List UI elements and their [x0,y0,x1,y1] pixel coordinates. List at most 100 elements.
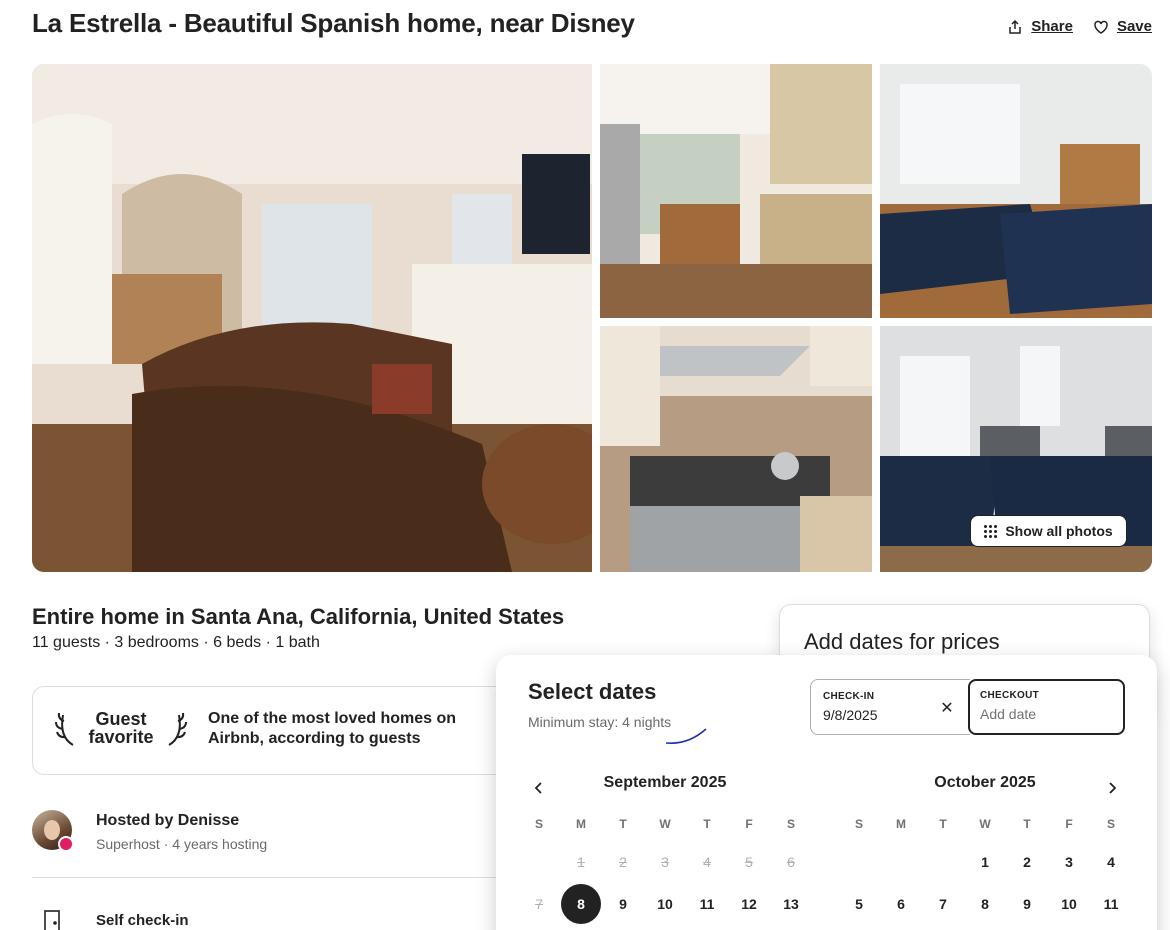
calendar-day[interactable]: 11 [686,883,728,925]
day-number: 11 [1103,896,1119,912]
calendar-day[interactable]: 13 [770,883,812,925]
checkin-label: CHECK-IN [823,691,875,702]
divider [32,877,502,878]
day-number: 6 [787,854,795,870]
weekday-label: S [854,817,863,831]
calendar-day[interactable]: 12 [728,883,770,925]
day-number: 9 [619,896,627,912]
clear-date-icon[interactable]: ✕ [937,698,957,718]
listing-title: La Estrella - Beautiful Spanish home, ne… [32,8,635,38]
date-inputs: CHECK-IN 9/8/2025 ✕ CHECKOUT Add date [810,679,1125,735]
checkin-field[interactable]: CHECK-IN 9/8/2025 ✕ [810,679,970,735]
checkout-placeholder: Add date [980,706,1037,722]
photo-kitchen-range[interactable] [600,326,872,572]
save-label: Save [1116,18,1152,35]
weekday-label: M [576,817,586,831]
day-number: 2 [619,854,627,870]
weekday-label: F [1065,817,1073,831]
day-number: 10 [657,896,673,912]
weekday-label: T [939,817,947,831]
day-number: 7 [535,896,543,912]
day-number: 5 [855,896,863,912]
share-icon [1009,19,1021,34]
calendar-day[interactable]: 10 [644,883,686,925]
checkin-value: 9/8/2025 [823,707,878,723]
calendar-day[interactable]: 5 [838,883,880,925]
calendar-day-selected[interactable]: 8 [560,883,602,925]
day-number: 10 [1061,896,1077,912]
day-number: 4 [1107,854,1115,870]
calendar-day: 6 [770,841,812,883]
host-name: Hosted by Denisse [96,812,240,829]
heart-icon [1094,20,1108,34]
weekday-label: S [786,817,795,831]
calendar-day[interactable]: 8 [964,883,1006,925]
photo-living-room[interactable] [32,64,592,572]
guest-favorite-card[interactable]: Guest favorite One of the most loved hom… [32,686,552,775]
day-blank [838,841,880,883]
day-number: 8 [561,884,601,924]
calendar-day[interactable]: 11 [1090,883,1132,925]
weekday-header: SMTWTFS [518,817,812,831]
calendar-day[interactable]: 10 [1048,883,1090,925]
day-number: 11 [699,896,715,912]
day-number: 12 [741,896,757,912]
show-all-photos-label: Show all photos [1005,523,1113,539]
calendar-day[interactable]: 7 [922,883,964,925]
show-all-photos-button[interactable]: Show all photos [970,515,1127,547]
calendar-day[interactable]: 4 [1090,841,1132,883]
day-number: 1 [981,854,989,870]
calendar-day: 2 [602,841,644,883]
weekday-label: W [979,817,991,831]
host-meta: Superhost · 4 years hosting [96,836,268,852]
calendar-day: 3 [644,841,686,883]
laurel-right-icon [168,712,187,746]
date-picker-title: Select dates [528,679,657,704]
day-number: 3 [661,854,669,870]
day-grid: 1 2 3 4 5 6 7 8 9 10 11 12 13 [518,841,812,925]
day-number: 9 [1023,896,1031,912]
day-number: 2 [1023,854,1031,870]
day-number: 1 [577,854,585,870]
day-number: 5 [745,854,753,870]
day-number: 8 [981,896,989,912]
self-checkin-label: Self check-in [96,912,189,929]
day-number: 6 [897,896,905,912]
day-blank [880,841,922,883]
day-number: 4 [703,854,711,870]
calendar-day[interactable]: 1 [964,841,1006,883]
calendar-day[interactable]: 2 [1006,841,1048,883]
laurel-left-icon [55,712,74,746]
weekday-label: T [1023,817,1031,831]
month-title: October 2025 [934,774,1036,791]
photo-bedroom-1[interactable] [880,64,1152,318]
weekday-label: S [534,817,543,831]
day-grid: 1 2 3 4 5 6 7 8 9 10 11 [838,841,1132,925]
weekday-label: S [1106,817,1115,831]
grid-icon [984,524,998,538]
weekday-label: T [703,817,711,831]
calendar-day[interactable]: 9 [1006,883,1048,925]
calendar-day: 1 [560,841,602,883]
month-title: September 2025 [603,774,727,791]
superhost-badge-icon [58,836,74,852]
calendar-day[interactable]: 6 [880,883,922,925]
photo-kitchen-island[interactable] [600,64,872,318]
day-number: 7 [939,896,947,912]
listing-summary: 11 guests · 3 bedrooms · 6 beds · 1 bath [32,634,320,651]
save-button[interactable]: Save [1093,18,1152,35]
guest-favorite-label: Guest favorite [88,709,154,747]
weekday-label: M [896,817,906,831]
calendar-day: 7 [518,883,560,925]
date-picker-panel: Select dates Minimum stay: 4 nights CHEC… [496,655,1157,930]
checkout-label: CHECKOUT [980,690,1040,701]
day-number: 13 [783,896,799,912]
calendar-day[interactable]: 9 [602,883,644,925]
calendar-day: 5 [728,841,770,883]
calendar-day: 4 [686,841,728,883]
calendar-day[interactable]: 3 [1048,841,1090,883]
top-actions: Share Save [1007,18,1152,35]
checkout-field[interactable]: CHECKOUT Add date [968,679,1125,735]
minimum-stay-note: Minimum stay: 4 nights [528,714,672,730]
share-button[interactable]: Share [1007,18,1073,35]
